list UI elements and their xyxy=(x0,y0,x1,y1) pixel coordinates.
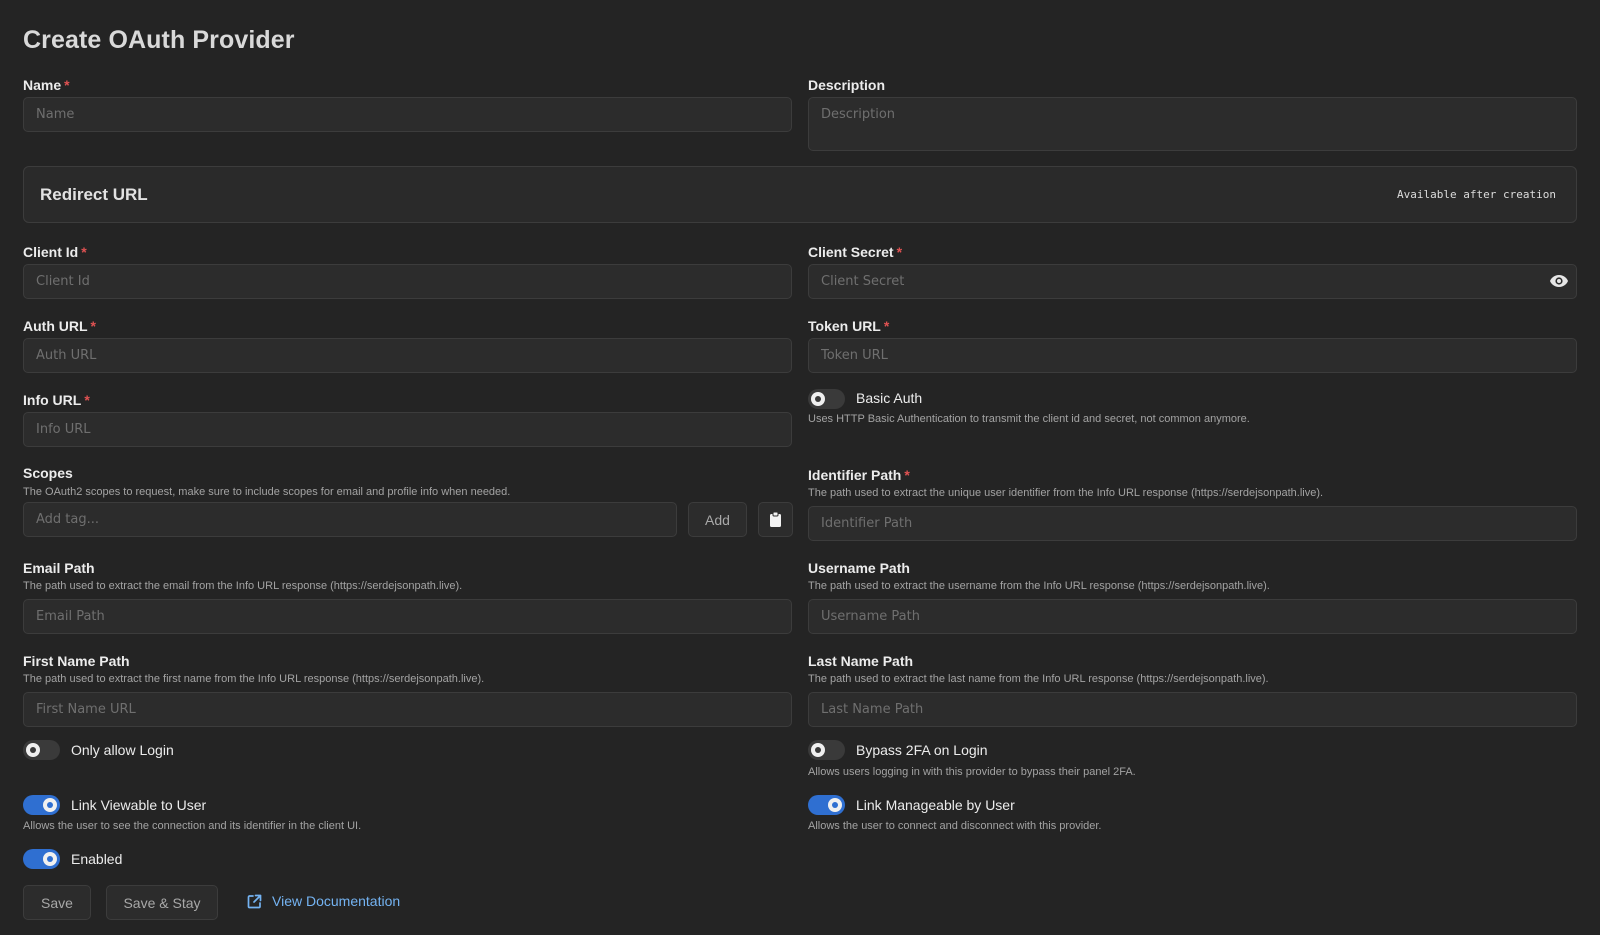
client-id-input[interactable] xyxy=(23,264,792,299)
identifier-path-label-text: Identifier Path xyxy=(808,467,902,483)
email-path-label: Email Path xyxy=(23,560,95,576)
toggle-knob xyxy=(43,798,57,812)
auth-url-input[interactable] xyxy=(23,338,792,373)
enabled-label: Enabled xyxy=(71,851,123,867)
required-marker: * xyxy=(81,244,87,260)
required-marker: * xyxy=(904,467,910,483)
info-url-label: Info URL * xyxy=(23,392,90,408)
eye-icon[interactable] xyxy=(1550,275,1568,287)
view-documentation-link[interactable]: View Documentation xyxy=(247,893,400,909)
username-path-help: The path used to extract the username fr… xyxy=(808,580,1270,592)
clipboard-icon xyxy=(770,512,781,527)
required-marker: * xyxy=(84,392,90,408)
link-manageable-label: Link Manageable by User xyxy=(856,797,1015,813)
email-path-help: The path used to extract the email from … xyxy=(23,580,463,592)
toggle-knob xyxy=(43,852,57,866)
link-manageable-toggle[interactable] xyxy=(808,795,845,815)
save-and-stay-button[interactable]: Save & Stay xyxy=(106,885,218,920)
name-label: Name * xyxy=(23,77,70,93)
paste-scopes-button[interactable] xyxy=(758,502,793,537)
basic-auth-toggle[interactable] xyxy=(808,389,845,409)
first-name-path-input[interactable] xyxy=(23,692,792,727)
basic-auth-label: Basic Auth xyxy=(856,390,923,406)
name-label-text: Name xyxy=(23,77,62,93)
create-oauth-provider-page: Create OAuth Provider Name* Description … xyxy=(0,0,1600,935)
link-viewable-toggle[interactable] xyxy=(23,795,60,815)
redirect-url-title: Redirect URL xyxy=(40,185,148,204)
page-title: Create OAuth Provider xyxy=(23,26,295,54)
required-marker: * xyxy=(883,318,890,334)
only-allow-login-toggle[interactable] xyxy=(23,740,60,760)
last-name-path-input[interactable] xyxy=(808,692,1577,727)
last-name-path-help: The path used to extract the last name f… xyxy=(808,673,1269,685)
client-secret-input[interactable] xyxy=(808,264,1577,299)
basic-auth-help: Uses HTTP Basic Authentication to transm… xyxy=(808,413,1250,425)
required-marker: * xyxy=(64,77,70,93)
bypass-2fa-toggle[interactable] xyxy=(808,740,845,760)
link-manageable-help: Allows the user to connect and disconnec… xyxy=(808,820,1102,832)
view-documentation-label: View Documentation xyxy=(272,893,401,909)
first-name-path-help: The path used to extract the first name … xyxy=(23,673,485,685)
token-url-label-text: Token URL xyxy=(808,318,881,334)
name-input[interactable] xyxy=(23,97,792,132)
enabled-toggle[interactable] xyxy=(23,849,60,869)
scopes-help: The OAuth2 scopes to request, make sure … xyxy=(23,486,511,498)
bypass-2fa-help: Allows users logging in with this provid… xyxy=(808,766,1136,778)
save-button[interactable]: Save xyxy=(23,885,91,920)
scopes-label: Scopes xyxy=(23,465,73,481)
link-viewable-label: Link Viewable to User xyxy=(71,797,207,813)
toggle-knob xyxy=(828,798,842,812)
client-secret-label-text: Client Secret xyxy=(808,244,894,260)
redirect-url-panel: Redirect URL Available after creation xyxy=(23,166,1577,223)
identifier-path-label: Identifier Path * xyxy=(808,467,910,483)
toggle-knob xyxy=(811,743,825,757)
info-url-label-text: Info URL xyxy=(23,392,82,408)
username-path-label: Username Path xyxy=(808,560,910,576)
redirect-url-note: Available after creation xyxy=(1397,188,1556,201)
only-allow-login-label: Only allow Login xyxy=(71,742,174,758)
description-label: Description xyxy=(808,77,886,93)
auth-url-label-text: Auth URL xyxy=(23,318,88,334)
client-secret-label: Client Secret * xyxy=(808,244,902,260)
username-path-input[interactable] xyxy=(808,599,1577,634)
identifier-path-help: The path used to extract the unique user… xyxy=(808,487,1324,499)
bypass-2fa-label: Bypass 2FA on Login xyxy=(856,742,988,758)
token-url-input[interactable] xyxy=(808,338,1577,373)
auth-url-label: Auth URL * xyxy=(23,318,96,334)
email-path-input[interactable] xyxy=(23,599,792,634)
required-marker: * xyxy=(896,244,903,260)
external-link-icon xyxy=(247,894,262,908)
token-url-label: Token URL * xyxy=(808,318,889,334)
add-scope-button[interactable]: Add xyxy=(688,502,747,537)
info-url-input[interactable] xyxy=(23,412,792,447)
scopes-tag-input[interactable] xyxy=(23,502,677,537)
toggle-knob xyxy=(26,743,40,757)
client-id-label-text: Client Id xyxy=(23,244,79,260)
toggle-knob xyxy=(811,392,825,406)
link-viewable-help: Allows the user to see the connection an… xyxy=(23,820,362,832)
required-marker: * xyxy=(90,318,96,334)
last-name-path-label: Last Name Path xyxy=(808,653,914,669)
first-name-path-label: First Name Path xyxy=(23,653,130,669)
identifier-path-input[interactable] xyxy=(808,506,1577,541)
client-id-label: Client Id * xyxy=(23,244,87,260)
description-input[interactable] xyxy=(808,97,1577,151)
